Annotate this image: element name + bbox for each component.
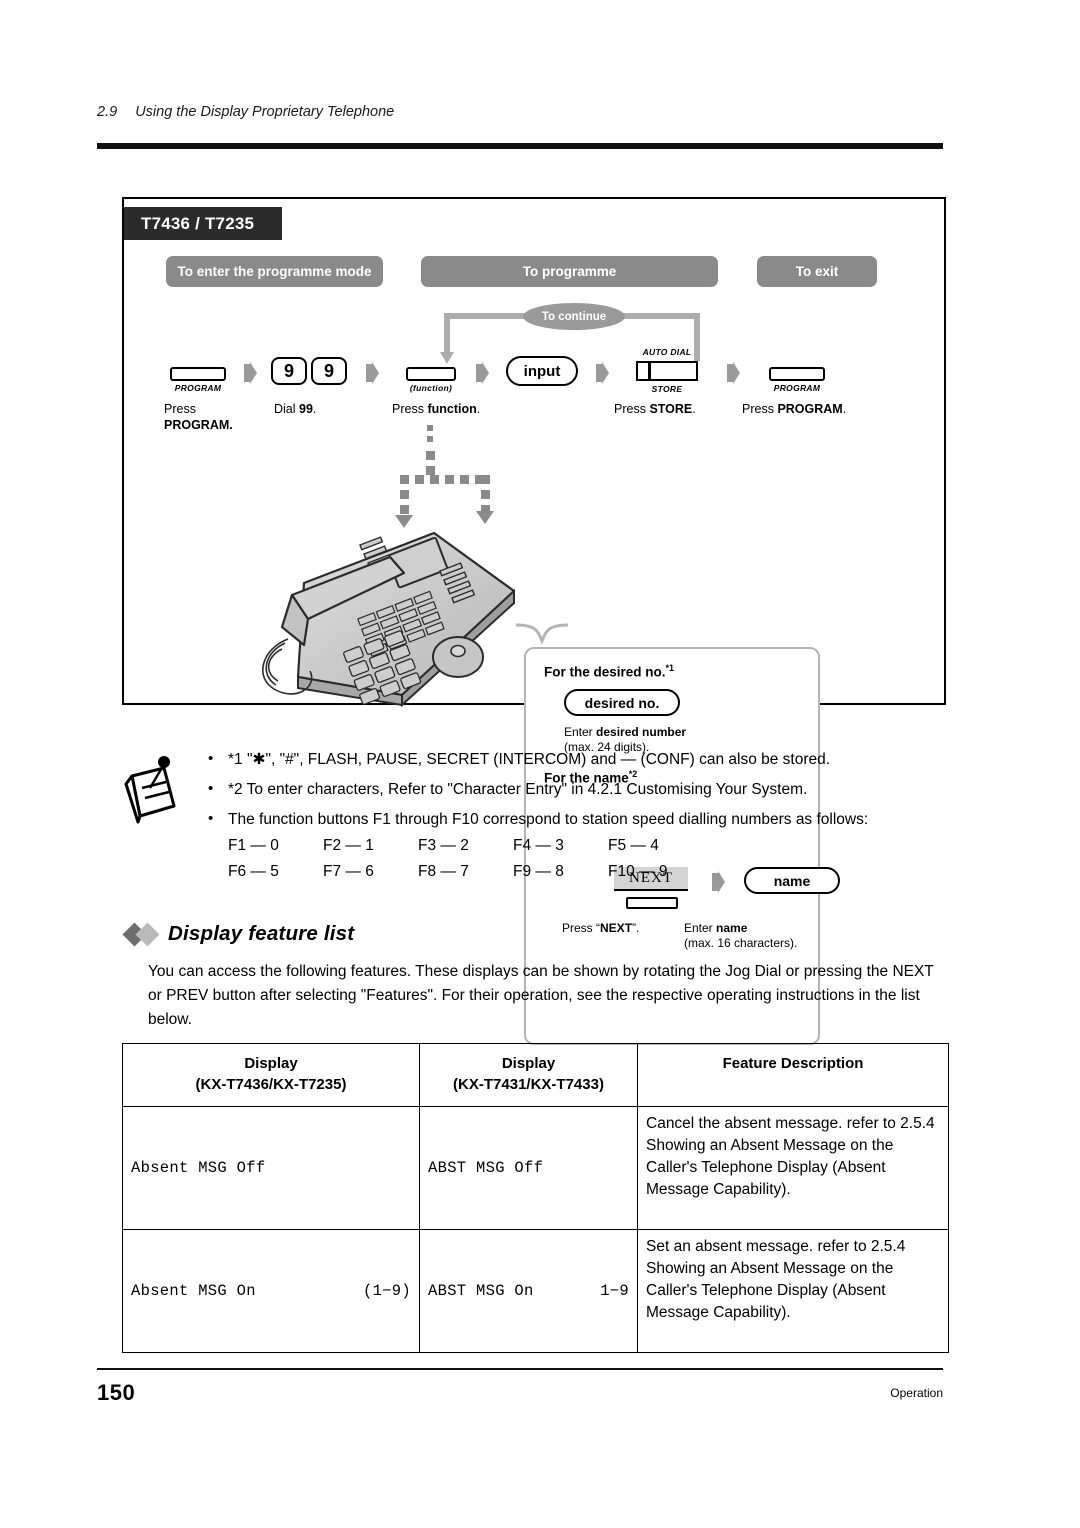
note-memo-icon	[124, 756, 176, 824]
table-header-row: Display (KX-T7436/KX-T7235) Display (KX-…	[122, 1043, 949, 1107]
fn-map-0: F1 — 0	[228, 837, 279, 854]
next-key-cap-icon	[626, 897, 678, 909]
table-row: Absent MSG On (1−9) ABST MSG On 1−9 Set …	[122, 1229, 949, 1353]
arrow-right-icon-5	[727, 362, 740, 384]
fn-map-6: F7 — 6	[323, 863, 374, 880]
digit-key-9-first: 9	[271, 357, 307, 385]
header-divider	[97, 143, 943, 149]
section-body-text: You can access the following features. T…	[148, 963, 934, 1028]
section-title: Using the Display Proprietary Telephone	[135, 104, 395, 120]
note-item-3: The function buttons F1 through F10 corr…	[204, 807, 950, 885]
display-feature-table: Display (KX-T7436/KX-T7235) Display (KX-…	[122, 1043, 949, 1353]
cell-display-a-row2: Absent MSG On (1−9)	[122, 1229, 420, 1353]
col-header-display-7431: Display (KX-T7431/KX-T7433)	[419, 1043, 638, 1107]
col-header-display-7436: Display (KX-T7436/KX-T7235)	[122, 1043, 420, 1107]
arrow-right-icon-1	[244, 362, 257, 384]
note-item-1: *1 "✱", "#", FLASH, PAUSE, SECRET (INTER…	[204, 747, 950, 771]
digit-key-9-second: 9	[311, 357, 347, 385]
telephone-illustration	[262, 531, 516, 708]
step6-caption: Press PROGRAM.	[742, 402, 847, 416]
fn-map-2: F3 — 2	[418, 837, 469, 854]
fn-map-1: F2 — 1	[323, 837, 374, 854]
section-heading-text: Display feature list	[168, 922, 355, 945]
desired-no-pill: desired no.	[564, 689, 680, 716]
step1-caption: Press PROGRAM.	[164, 402, 233, 432]
notes-list: *1 "✱", "#", FLASH, PAUSE, SECRET (INTER…	[204, 747, 950, 892]
store-key-label: STORE	[651, 384, 683, 394]
cell-display-b-row1: ABST MSG Off	[419, 1106, 638, 1230]
cell-description-row1: Cancel the absent message. refer to 2.5.…	[637, 1106, 949, 1230]
cell-display-b-row2: ABST MSG On 1−9	[419, 1229, 638, 1353]
input-to-infobox-brace	[516, 623, 569, 646]
footer-label: Operation	[890, 1386, 943, 1400]
program-key-label-exit: PROGRAM	[773, 383, 821, 393]
function-button-map: F1 — 0 F2 — 1 F3 — 2 F4 — 3 F5 — 4 F6 — 5 F7 …	[228, 833, 950, 885]
step2-caption: Dial 99.	[274, 402, 317, 416]
arrow-right-icon-2	[366, 362, 379, 384]
cell-description-row2: Set an absent message. refer to 2.5.4 Sh…	[637, 1229, 949, 1353]
program-key-icon-exit	[769, 367, 825, 381]
fn-map-7: F8 — 7	[418, 863, 469, 880]
function-key-icon	[406, 367, 456, 381]
continuation-dots-icon	[427, 425, 433, 447]
step5-caption: Press STORE.	[614, 402, 696, 416]
footer-divider	[97, 1368, 943, 1370]
fn-map-3: F4 — 3	[513, 837, 564, 854]
cell-display-a-row1: Absent MSG Off	[122, 1106, 420, 1230]
programming-diagram: T7436 / T7235 To enter the programme mod…	[122, 197, 946, 1045]
program-key-label: PROGRAM	[174, 383, 222, 393]
step3-caption: Press function.	[392, 402, 481, 416]
for-desired-no-title: For the desired no.*1	[544, 663, 675, 680]
input-pill: input	[506, 356, 578, 386]
function-key-label: (function)	[409, 383, 453, 393]
section-number: 2.9	[97, 104, 118, 120]
col-header-feature-description: Feature Description	[637, 1043, 949, 1107]
arrow-right-icon-3	[476, 362, 489, 384]
arrow-right-icon-4	[596, 362, 609, 384]
fn-map-5: F6 — 5	[228, 863, 279, 880]
fn-map-8: F9 — 8	[513, 863, 564, 880]
store-key-icon	[636, 361, 698, 381]
note-item-2: *2 To enter characters, Refer to "Charac…	[204, 777, 950, 801]
program-key-icon	[170, 367, 226, 381]
auto-dial-label: AUTO DIAL	[642, 347, 692, 357]
table-row: Absent MSG Off ABST MSG Off Cancel the a…	[122, 1106, 949, 1230]
dashed-connector-bar	[400, 475, 490, 484]
fn-map-9: F10 — 9	[608, 863, 668, 880]
fn-map-4: F5 — 4	[608, 837, 659, 854]
diamond-bullet-icon-light	[135, 921, 160, 947]
page-header: 2.9 Using the Display Proprietary Teleph…	[97, 104, 943, 120]
section-heading: Display feature list	[122, 921, 726, 947]
